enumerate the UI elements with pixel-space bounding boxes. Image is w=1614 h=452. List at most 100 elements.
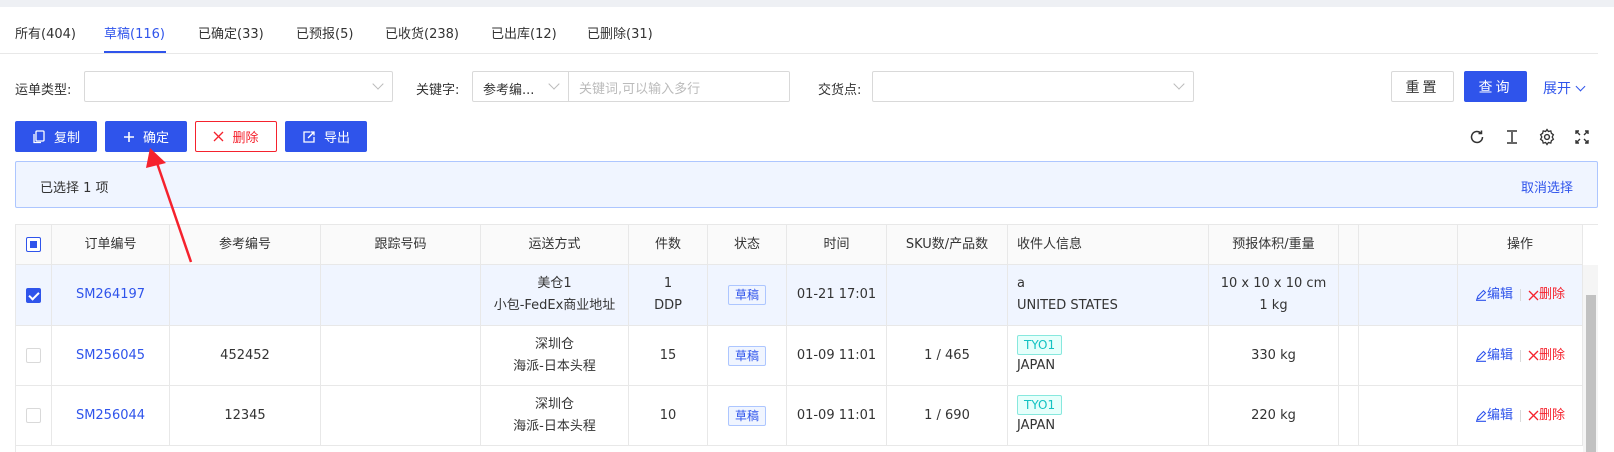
top-band bbox=[0, 0, 1614, 7]
row-checkbox[interactable] bbox=[26, 408, 41, 423]
delete-button[interactable]: 删除 bbox=[195, 121, 277, 152]
edit-link[interactable]: 编辑 bbox=[1475, 405, 1513, 427]
expand-filters-link[interactable]: 展开 bbox=[1543, 78, 1586, 98]
ref-no: 452452 bbox=[170, 326, 321, 385]
orders-table: 订单编号 参考编号 跟踪号码 运送方式 件数 状态 时间 SKU数/产品数 收件… bbox=[15, 224, 1598, 452]
confirm-button[interactable]: 确定 bbox=[105, 121, 187, 152]
settings-icon[interactable] bbox=[1538, 128, 1556, 146]
table-row[interactable]: SM264197 美仓1 小包-FedEx商业地址 1 DDP 草稿 01-21… bbox=[16, 265, 1583, 326]
delivery-point-select[interactable] bbox=[872, 71, 1194, 102]
expand-label: 展开 bbox=[1543, 81, 1571, 97]
order-no-link[interactable]: SM256044 bbox=[52, 386, 170, 445]
header-pieces: 件数 bbox=[629, 225, 708, 264]
chevron-down-icon bbox=[1173, 78, 1185, 90]
delete-link[interactable]: 删除 bbox=[1528, 405, 1565, 427]
query-button[interactable]: 查询 bbox=[1464, 71, 1527, 102]
divider bbox=[1520, 409, 1521, 422]
keyword-type-select[interactable]: 参考编... bbox=[472, 71, 569, 102]
status-badge: 草稿 bbox=[727, 285, 766, 305]
row-select[interactable] bbox=[16, 326, 52, 385]
pieces: 10 bbox=[629, 386, 708, 445]
header-status: 状态 bbox=[708, 225, 787, 264]
edit-link[interactable]: 编辑 bbox=[1475, 345, 1513, 367]
clear-selection-link[interactable]: 取消选择 bbox=[1521, 177, 1573, 196]
time: 01-09 11:01 bbox=[787, 326, 887, 385]
delete-label: 删除 bbox=[1539, 407, 1566, 423]
divider bbox=[1520, 289, 1521, 301]
header-tracking-no: 跟踪号码 bbox=[321, 225, 481, 264]
tab-shipped-out[interactable]: 已出库(12) bbox=[491, 23, 557, 42]
status-badge: 草稿 bbox=[727, 345, 766, 366]
fullscreen-icon[interactable] bbox=[1573, 128, 1591, 146]
chevron-down-icon bbox=[372, 78, 384, 90]
table-scrollbar-thumb[interactable] bbox=[1586, 295, 1596, 452]
weight: 330 kg bbox=[1209, 326, 1339, 385]
table-row[interactable]: SM256044 12345 深圳仓 海派-日本头程 10 草稿 01-09 1… bbox=[16, 386, 1583, 446]
edit-label: 编辑 bbox=[1486, 347, 1513, 363]
warehouse: 深圳仓 bbox=[534, 336, 574, 352]
edit-link[interactable]: 编辑 bbox=[1475, 284, 1513, 306]
selection-bar: 已选择 1 项 取消选择 bbox=[15, 161, 1598, 208]
refresh-icon[interactable] bbox=[1468, 128, 1486, 146]
shipping-cell: 美仓1 小包-FedEx商业地址 bbox=[481, 265, 629, 325]
edit-label: 编辑 bbox=[1486, 407, 1513, 423]
row-select[interactable] bbox=[16, 265, 52, 325]
order-no-link[interactable]: SM264197 bbox=[52, 265, 170, 325]
export-label: 导出 bbox=[323, 131, 350, 146]
sku-count: 1 / 690 bbox=[887, 386, 1008, 445]
weight: 1 kg bbox=[1259, 298, 1288, 313]
time: 01-21 17:01 bbox=[787, 265, 887, 325]
header-select-all[interactable] bbox=[16, 225, 52, 264]
order-no-link[interactable]: SM256045 bbox=[52, 326, 170, 385]
export-button[interactable]: 导出 bbox=[285, 121, 367, 152]
copy-label: 复制 bbox=[53, 131, 80, 146]
ref-no bbox=[170, 265, 321, 325]
channel: 海派-日本头程 bbox=[513, 418, 596, 434]
delete-link[interactable]: 删除 bbox=[1528, 345, 1565, 367]
time: 01-09 11:01 bbox=[787, 386, 887, 445]
row-select[interactable] bbox=[16, 386, 52, 445]
table-row[interactable]: SM256045 452452 深圳仓 海派-日本头程 15 草稿 01-09 … bbox=[16, 326, 1583, 386]
tab-draft[interactable]: 草稿(116) bbox=[104, 23, 165, 42]
close-icon bbox=[1528, 290, 1539, 300]
warehouse: 美仓1 bbox=[537, 276, 572, 291]
select-all-checkbox[interactable] bbox=[26, 237, 41, 252]
divider bbox=[1520, 349, 1521, 362]
tab-confirmed[interactable]: 已确定(33) bbox=[198, 23, 264, 42]
row-checkbox[interactable] bbox=[26, 287, 41, 303]
column-height-icon[interactable] bbox=[1503, 128, 1521, 146]
blank-cell-2 bbox=[1359, 386, 1458, 445]
header-blank bbox=[1339, 225, 1359, 264]
ops-cell: 编辑 删除 bbox=[1458, 386, 1583, 445]
header-sku: SKU数/产品数 bbox=[887, 225, 1008, 264]
row-checkbox[interactable] bbox=[26, 348, 41, 363]
waybill-type-select[interactable] bbox=[84, 71, 393, 102]
delivery-point-label: 交货点: bbox=[818, 83, 862, 98]
keyword-input[interactable] bbox=[568, 71, 790, 102]
tab-received[interactable]: 已收货(238) bbox=[385, 23, 459, 42]
tracking-no bbox=[321, 386, 481, 445]
dimensions: 10 x 10 x 10 cm bbox=[1220, 276, 1327, 291]
reset-button[interactable]: 重置 bbox=[1391, 71, 1454, 102]
header-volume: 预报体积/重量 bbox=[1209, 225, 1339, 264]
tab-all[interactable]: 所有(404) bbox=[15, 23, 76, 42]
ops-cell: 编辑 删除 bbox=[1458, 326, 1583, 385]
volume-cell: 10 x 10 x 10 cm 1 kg bbox=[1209, 265, 1339, 325]
edit-icon bbox=[1475, 410, 1487, 422]
sku-count: 1 / 465 bbox=[887, 326, 1008, 385]
tab-forecast[interactable]: 已预报(5) bbox=[296, 23, 353, 42]
recipient-cell: TYO1 JAPAN bbox=[1008, 386, 1209, 445]
warehouse: 深圳仓 bbox=[534, 396, 574, 412]
blank-cell bbox=[1339, 386, 1359, 445]
shipping-cell: 深圳仓 海派-日本头程 bbox=[481, 326, 629, 385]
recipient-country: JAPAN bbox=[1017, 417, 1056, 433]
status-tabs: 所有(404) 草稿(116) 已确定(33) 已预报(5) 已收货(238) … bbox=[0, 7, 1598, 54]
pieces: 15 bbox=[629, 326, 708, 385]
header-order-no: 订单编号 bbox=[52, 225, 170, 264]
recipient-country: UNITED STATES bbox=[1017, 298, 1118, 313]
copy-button[interactable]: 复制 bbox=[15, 121, 97, 152]
delete-link[interactable]: 删除 bbox=[1528, 284, 1565, 306]
tab-deleted[interactable]: 已删除(31) bbox=[587, 23, 653, 42]
header-blank-2 bbox=[1359, 225, 1458, 264]
tracking-no bbox=[321, 326, 481, 385]
